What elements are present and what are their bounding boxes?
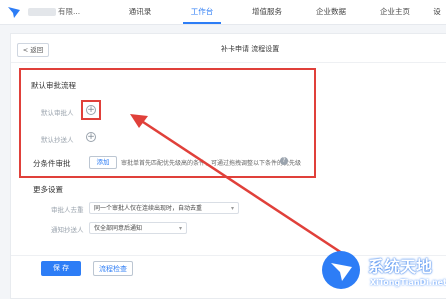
watermark-url: XiTongTianDi.net xyxy=(370,278,446,287)
bird-icon xyxy=(331,263,352,281)
watermark-title: 系统天地 xyxy=(368,257,433,276)
watermark-logo-icon xyxy=(322,251,360,289)
watermark: 系统天地 XiTongTianDi.net xyxy=(318,247,446,297)
